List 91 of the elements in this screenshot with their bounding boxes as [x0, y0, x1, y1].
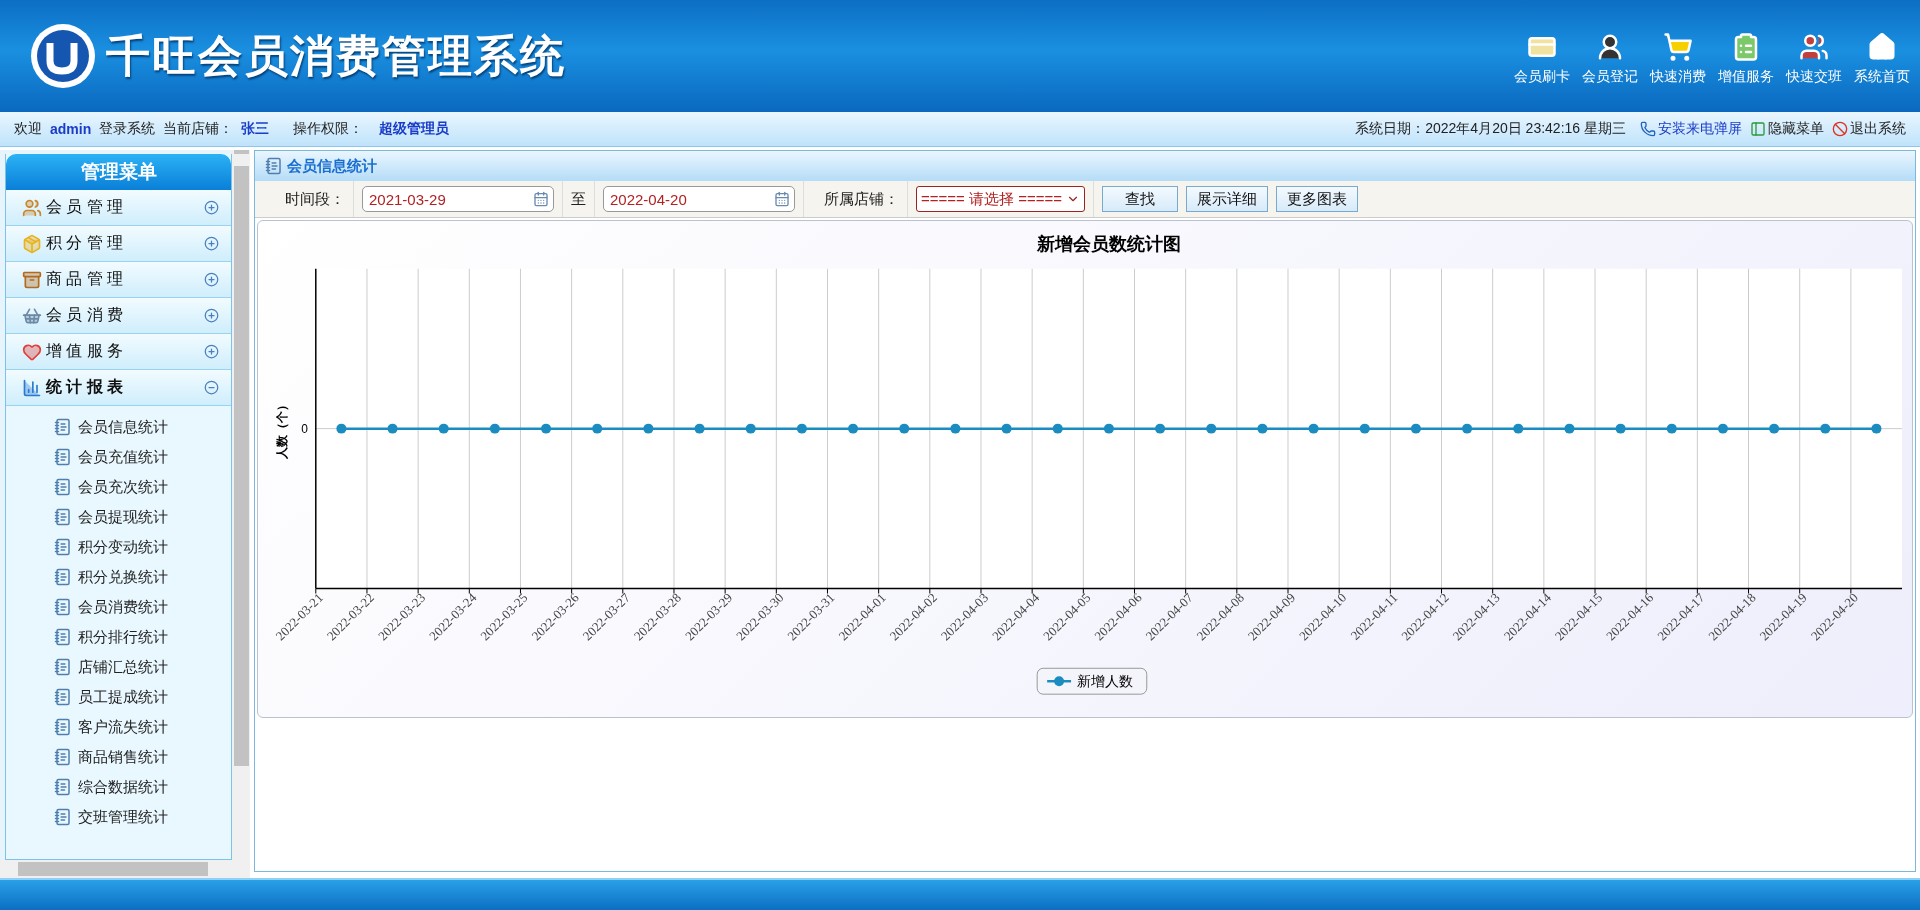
collapse-icon[interactable] [204, 380, 220, 395]
logo-icon [28, 21, 98, 91]
menu-item[interactable]: 会 员 管 理 [6, 190, 232, 226]
calendar-icon [774, 191, 790, 207]
menu-item[interactable]: 会 员 消 费 [6, 298, 232, 334]
horizontal-scrollbar[interactable] [0, 860, 250, 878]
menu-item[interactable]: 增 值 服 务 [6, 334, 232, 370]
nav-button[interactable]: 增值服务 [1718, 32, 1774, 86]
submenu-item[interactable]: 会员充次统计 [54, 472, 232, 502]
filter-button[interactable]: 查找 [1101, 186, 1178, 212]
notebook-icon [54, 718, 72, 736]
period-label: 时间段： [284, 189, 345, 209]
cart-icon [1663, 32, 1693, 62]
submenu-item[interactable]: 店铺汇总统计 [54, 652, 232, 682]
notebook-icon [54, 478, 72, 496]
package-icon [22, 233, 42, 254]
notebook-icon [54, 778, 72, 796]
start-date-field[interactable]: 2021-03-29 [362, 186, 554, 212]
notebook-icon [54, 688, 72, 706]
submenu-item[interactable]: 会员消费统计 [54, 592, 232, 622]
end-date-field[interactable]: 2022-04-20 [603, 186, 795, 212]
expand-icon[interactable] [204, 308, 220, 323]
submenu-item[interactable]: 综合数据统计 [54, 772, 232, 802]
y-tick-label: 0 [301, 421, 308, 436]
people-icon [22, 197, 42, 218]
login-text: 登录系统 [99, 120, 156, 138]
heart-icon [22, 341, 42, 362]
user-name: admin [50, 121, 92, 137]
header-link[interactable]: 退出系统 [1832, 120, 1906, 138]
stop-icon [1832, 121, 1848, 137]
nav-button[interactable]: 会员刷卡 [1514, 32, 1570, 86]
chart-title: 新增会员数统计图 [1036, 232, 1181, 254]
home-icon [1867, 32, 1897, 62]
legend-item[interactable]: 新增人数 [1036, 667, 1148, 695]
notebook-icon [54, 418, 72, 436]
submenu-item[interactable]: 员工提成统计 [54, 682, 232, 712]
vertical-scrollbar[interactable] [232, 150, 250, 860]
expand-icon[interactable] [204, 236, 220, 251]
phone-icon [1640, 121, 1656, 137]
basket-icon [22, 305, 42, 326]
store-label: 当前店铺： [163, 120, 234, 138]
menu-item[interactable]: 统 计 报 表 [6, 370, 232, 406]
notebook-icon [54, 658, 72, 676]
nav-button[interactable]: 会员登记 [1582, 32, 1638, 86]
notebook-icon [54, 808, 72, 826]
submenu-item[interactable]: 会员充值统计 [54, 442, 232, 472]
nav-button[interactable]: 快速消费 [1650, 32, 1706, 86]
nav-button[interactable]: 快速交班 [1786, 32, 1842, 86]
nav-button[interactable]: 系统首页 [1854, 32, 1910, 86]
notebook-icon [54, 538, 72, 556]
welcome-text: 欢迎 [14, 120, 42, 138]
menu-item[interactable]: 商 品 管 理 [6, 262, 232, 298]
role-label: 操作权限： [293, 120, 364, 138]
submenu-item[interactable]: 积分变动统计 [54, 532, 232, 562]
people-icon [1799, 32, 1829, 62]
role-name: 超级管理员 [379, 120, 450, 138]
notebook-icon [265, 157, 283, 175]
notebook-icon [54, 508, 72, 526]
expand-icon[interactable] [204, 200, 220, 215]
system-date: 系统日期：2022年4月20日 23:42:16 星期三 [1355, 120, 1626, 138]
calendar-icon [533, 191, 549, 207]
box-icon [22, 269, 42, 290]
notebook-icon [54, 448, 72, 466]
header-link[interactable]: 隐藏菜单 [1750, 120, 1824, 138]
app-title: 千旺会员消费管理系统 [106, 29, 566, 82]
header-link[interactable]: 安装来电弹屏 [1640, 120, 1742, 138]
submenu-item[interactable]: 积分排行统计 [54, 622, 232, 652]
page-title: 会员信息统计 [255, 151, 1915, 181]
submenu-item[interactable]: 客户流失统计 [54, 712, 232, 742]
store-name: 张三 [241, 120, 270, 138]
to-label: 至 [571, 189, 586, 209]
filter-button[interactable]: 更多图表 [1275, 186, 1358, 212]
expand-icon[interactable] [204, 272, 220, 287]
panel-icon [1750, 121, 1766, 137]
y-axis-label: 人数（个） [274, 398, 289, 459]
notebook-icon [54, 568, 72, 586]
notebook-icon [54, 748, 72, 766]
expand-icon[interactable] [204, 344, 220, 359]
submenu-item[interactable]: 交班管理统计 [54, 802, 232, 832]
bar-chart-icon [22, 377, 42, 398]
submenu-item[interactable]: 积分兑换统计 [54, 562, 232, 592]
menu-title: 管理菜单 [6, 154, 232, 190]
filter-button[interactable]: 展示详细 [1185, 186, 1268, 212]
store-filter-label: 所属店铺： [823, 189, 899, 209]
menu-item[interactable]: 积 分 管 理 [6, 226, 232, 262]
notebook-icon [54, 628, 72, 646]
submenu-item[interactable]: 商品销售统计 [54, 742, 232, 772]
submenu-item[interactable]: 会员信息统计 [54, 412, 232, 442]
notebook-icon [54, 598, 72, 616]
store-select[interactable]: ===== 请选择 ===== [916, 186, 1085, 212]
submenu-item[interactable]: 会员提现统计 [54, 502, 232, 532]
